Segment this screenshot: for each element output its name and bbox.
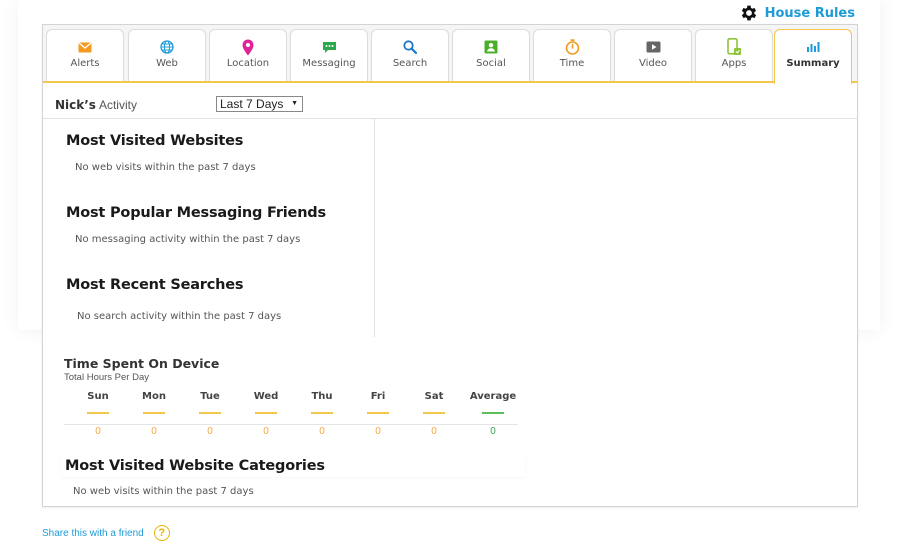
divider [43, 118, 857, 119]
day-name: Mon [142, 391, 166, 402]
website-categories-empty: No web visits within the past 7 days [73, 486, 254, 497]
day-column-average: Average 0 [468, 391, 518, 437]
share-row: Share this with a friend ? [42, 525, 170, 541]
day-column-wed: Wed 0 [241, 391, 291, 437]
stopwatch-icon [563, 38, 581, 56]
tab-label: Summary [786, 58, 840, 69]
day-value: 0 [490, 426, 496, 437]
category-tabs: Alerts Web Location Messaging Search Soc… [43, 25, 857, 85]
day-name: Tue [200, 391, 220, 402]
date-range-select[interactable]: Last 7 Days ▼ [216, 96, 303, 112]
tab-label: Messaging [302, 58, 356, 69]
activity-heading: Nick’s Activity [55, 98, 137, 112]
gear-icon [741, 5, 756, 21]
day-value: 0 [151, 426, 157, 437]
day-bar [423, 412, 445, 414]
help-icon[interactable]: ? [153, 525, 170, 541]
day-column-tue: Tue 0 [185, 391, 235, 437]
day-bar [367, 412, 389, 414]
day-value: 0 [375, 426, 381, 437]
tab-label: Video [638, 58, 668, 69]
day-bar [87, 412, 109, 414]
tab-social[interactable]: Social [452, 29, 530, 81]
share-with-friend-link[interactable]: Share this with a friend [42, 528, 144, 539]
day-name: Wed [253, 391, 279, 402]
tab-label: Time [559, 58, 585, 69]
day-value: 0 [431, 426, 437, 437]
house-rules-label: House Rules [764, 5, 855, 21]
activity-panel: Alerts Web Location Messaging Search Soc… [42, 24, 858, 507]
map-pin-icon [239, 38, 257, 56]
magnifier-icon [401, 38, 419, 56]
messaging-friends-title: Most Popular Messaging Friends [66, 205, 326, 221]
child-name: Nick’s [55, 98, 96, 112]
chevron-down-icon: ▼ [291, 100, 298, 107]
day-bar [482, 412, 504, 414]
tab-messaging[interactable]: Messaging [290, 29, 368, 81]
contact-card-icon [482, 38, 500, 56]
tab-search[interactable]: Search [371, 29, 449, 81]
day-name: Sat [424, 391, 444, 402]
tab-video[interactable]: Video [614, 29, 692, 81]
most-visited-websites-empty: No web visits within the past 7 days [75, 162, 256, 173]
tab-label: Search [392, 58, 428, 69]
column-divider [374, 119, 375, 337]
phone-icon [725, 38, 743, 56]
tab-apps[interactable]: Apps [695, 29, 773, 81]
day-bar [199, 412, 221, 414]
house-rules-link[interactable]: House Rules [739, 3, 855, 23]
time-spent-subtitle: Total Hours Per Day [64, 372, 150, 383]
tab-summary[interactable]: Summary [774, 29, 852, 85]
bar-chart-icon [804, 38, 822, 56]
day-name: Fri [370, 391, 386, 402]
tab-location[interactable]: Location [209, 29, 287, 81]
play-icon [644, 38, 662, 56]
day-bar [143, 412, 165, 414]
day-value: 0 [207, 426, 213, 437]
tab-label: Location [226, 58, 270, 69]
time-spent-title: Time Spent On Device [64, 356, 220, 371]
tab-label: Social [476, 58, 506, 69]
tab-alerts[interactable]: Alerts [46, 29, 124, 81]
recent-searches-title: Most Recent Searches [66, 277, 244, 293]
day-bar [311, 412, 333, 414]
recent-searches-empty: No search activity within the past 7 day… [77, 311, 282, 322]
tab-label: Alerts [70, 58, 100, 69]
day-value: 0 [263, 426, 269, 437]
date-range-value: Last 7 Days [220, 97, 284, 111]
day-name: Thu [311, 391, 333, 402]
day-column-sun: Sun 0 [73, 391, 123, 437]
day-column-sat: Sat 0 [409, 391, 459, 437]
messaging-friends-empty: No messaging activity within the past 7 … [75, 234, 301, 245]
tab-web[interactable]: Web [128, 29, 206, 81]
day-column-thu: Thu 0 [297, 391, 347, 437]
day-name: Sun [87, 391, 109, 402]
day-value: 0 [95, 426, 101, 437]
day-bar [255, 412, 277, 414]
day-name: Average [469, 391, 517, 402]
day-value: 0 [319, 426, 325, 437]
website-categories-title: Most Visited Website Categories [65, 458, 325, 474]
globe-icon [158, 38, 176, 56]
day-column-fri: Fri 0 [353, 391, 403, 437]
day-column-mon: Mon 0 [129, 391, 179, 437]
activity-label: Activity [98, 98, 137, 112]
time-spent-table: Sun 0 Mon 0 Tue 0 Wed 0 Thu 0 Fri 0 Sat … [64, 391, 518, 443]
chat-bubble-icon [320, 38, 338, 56]
tab-time[interactable]: Time [533, 29, 611, 81]
most-visited-websites-title: Most Visited Websites [66, 133, 244, 149]
tab-label: Apps [721, 58, 747, 69]
tab-label: Web [156, 58, 178, 69]
envelope-icon [76, 38, 94, 56]
